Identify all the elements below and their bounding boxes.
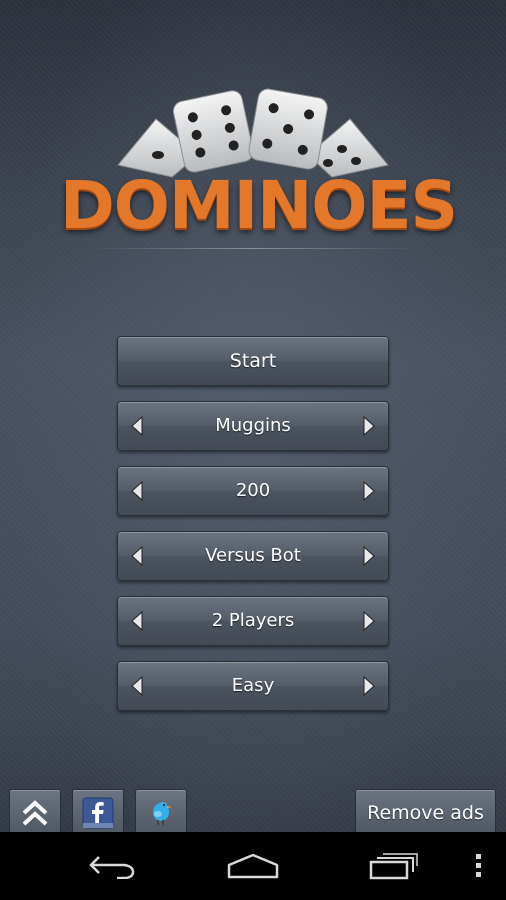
next-players-button[interactable] (352, 597, 386, 645)
previous-score-button[interactable] (120, 467, 154, 515)
triangle-left-icon (131, 416, 143, 436)
double-chevron-up-icon (22, 799, 48, 825)
previous-difficulty-button[interactable] (120, 662, 154, 710)
difficulty-selector: Easy (117, 661, 389, 711)
main-menu: Start Muggins 200 Versus Bot 2 Players E… (117, 336, 389, 726)
rule-value: Muggins (215, 415, 291, 436)
previous-players-button[interactable] (120, 597, 154, 645)
recent-apps-button[interactable] (352, 832, 436, 900)
remove-ads-button[interactable]: Remove ads (355, 789, 496, 833)
twitter-button[interactable] (135, 789, 187, 835)
system-navigation-bar (0, 832, 506, 900)
score-selector: 200 (117, 466, 389, 516)
triangle-left-icon (131, 676, 143, 696)
opponent-value: Versus Bot (205, 545, 301, 566)
previous-rule-button[interactable] (120, 402, 154, 450)
triangle-right-icon (363, 481, 375, 501)
rule-selector: Muggins (117, 401, 389, 451)
next-score-button[interactable] (352, 467, 386, 515)
next-rule-button[interactable] (352, 402, 386, 450)
triangle-right-icon (363, 546, 375, 566)
back-icon (89, 856, 135, 879)
triangle-left-icon (131, 546, 143, 566)
home-icon (227, 853, 279, 879)
bottom-toolbar: Remove ads (0, 787, 506, 835)
score-value: 200 (235, 480, 271, 501)
twitter-bird-icon (153, 801, 172, 825)
overflow-menu-icon (476, 854, 481, 877)
start-button[interactable]: Start (117, 336, 389, 386)
triangle-right-icon (363, 416, 375, 436)
triangle-right-icon (363, 611, 375, 631)
players-value: 2 Players (211, 610, 295, 631)
logo-divider (90, 248, 416, 249)
difficulty-value: Easy (231, 675, 275, 696)
previous-opponent-button[interactable] (120, 532, 154, 580)
facebook-button[interactable] (72, 789, 124, 835)
triangle-left-icon (131, 481, 143, 501)
triangle-right-icon (363, 676, 375, 696)
facebook-icon (82, 797, 114, 828)
opponent-selector: Versus Bot (117, 531, 389, 581)
game-title: DOMINOES (60, 167, 458, 244)
next-opponent-button[interactable] (352, 532, 386, 580)
triangle-left-icon (131, 611, 143, 631)
players-selector: 2 Players (117, 596, 389, 646)
next-difficulty-button[interactable] (352, 662, 386, 710)
home-button[interactable] (211, 832, 295, 900)
back-button[interactable] (70, 832, 154, 900)
recent-apps-icon (369, 853, 418, 880)
overflow-menu-button[interactable] (462, 832, 496, 900)
game-logo: DOMINOES (60, 85, 458, 255)
more-games-button[interactable] (9, 789, 61, 835)
